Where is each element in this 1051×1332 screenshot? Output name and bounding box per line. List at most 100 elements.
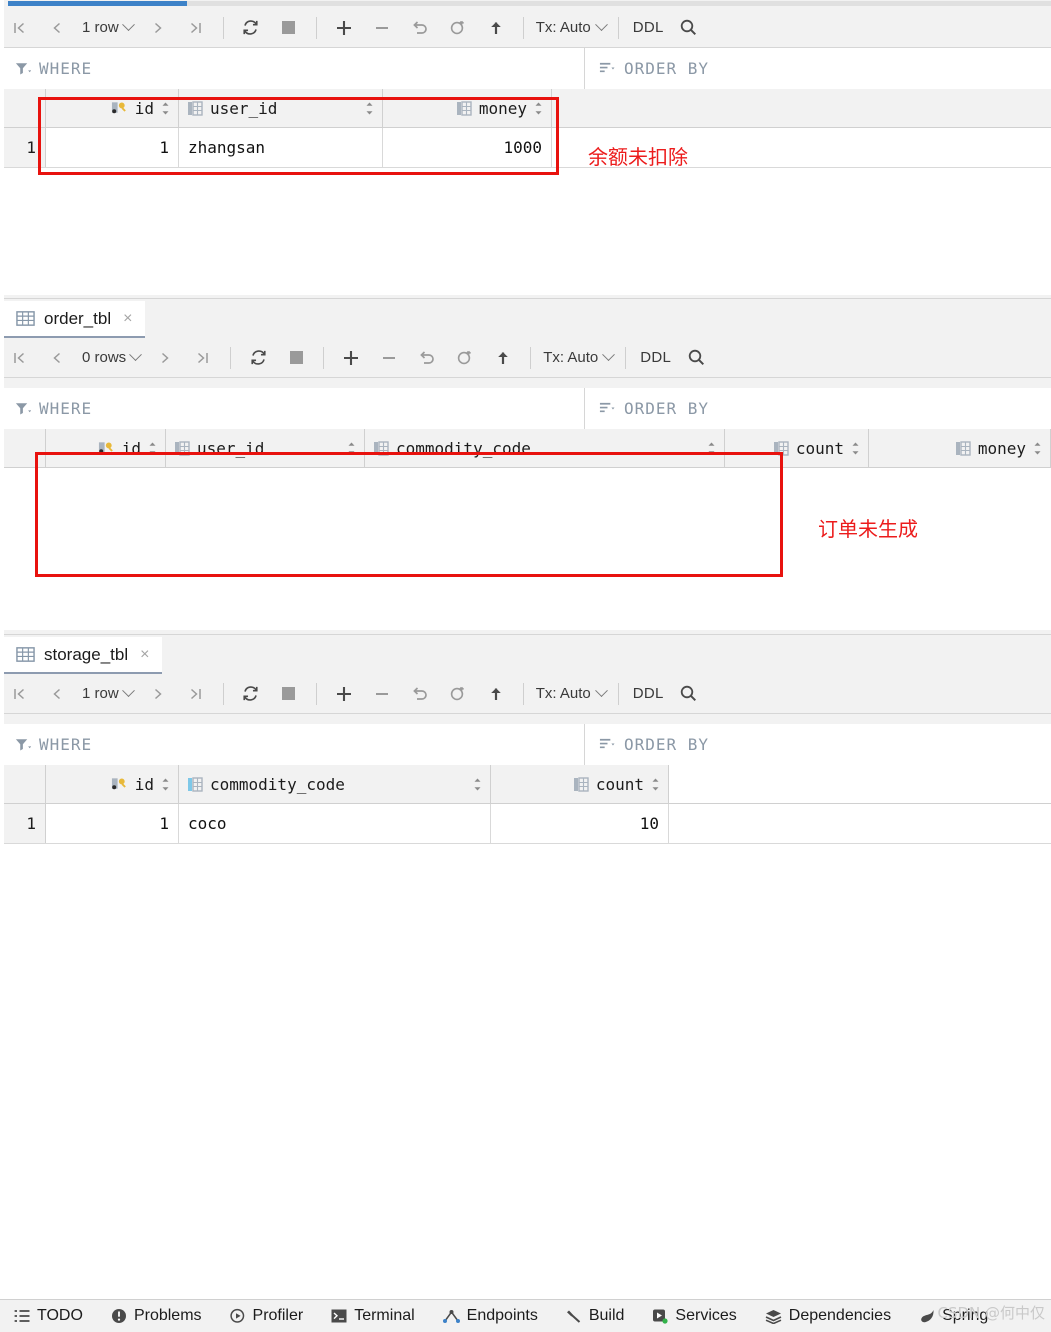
column-header-commodity_code[interactable]: commodity_code [179, 765, 491, 803]
stop-icon[interactable] [270, 678, 308, 710]
upload-icon[interactable] [477, 678, 515, 710]
status-item-todo[interactable]: TODO [0, 1307, 97, 1325]
table-row[interactable]: 1 1 zhangsan 1000 [0, 128, 1051, 168]
status-item-build[interactable]: Build [552, 1307, 639, 1325]
search-icon[interactable] [670, 678, 708, 710]
first-page-button[interactable] [0, 342, 38, 374]
column-header-count[interactable]: count [725, 429, 869, 467]
column-header-user_id[interactable]: user_id [166, 429, 365, 467]
next-page-button[interactable] [139, 12, 177, 44]
prev-page-button[interactable] [38, 12, 76, 44]
cell-id[interactable]: 1 [46, 804, 179, 843]
add-row-button[interactable] [325, 678, 363, 710]
close-icon[interactable]: × [123, 310, 132, 328]
delete-row-button[interactable] [363, 12, 401, 44]
order-by-filter-input[interactable]: ORDER BY [585, 48, 723, 89]
next-page-button[interactable] [139, 678, 177, 710]
sort-toggle-icon[interactable] [651, 777, 660, 792]
status-item-profiler[interactable]: Profiler [216, 1307, 318, 1325]
toolbar-divider [222, 682, 224, 705]
column-header-money[interactable]: money [869, 429, 1051, 467]
chevron-down-icon [121, 18, 135, 32]
toolbar-divider [617, 682, 619, 705]
stop-icon[interactable] [270, 12, 308, 44]
last-page-button[interactable] [177, 12, 215, 44]
sort-toggle-icon[interactable] [707, 441, 716, 456]
search-icon[interactable] [670, 12, 708, 44]
sort-toggle-icon[interactable] [1033, 441, 1042, 456]
reload-icon[interactable] [239, 342, 277, 374]
delete-row-button[interactable] [370, 342, 408, 374]
submit-icon[interactable] [439, 12, 477, 44]
row-count-dropdown[interactable]: 0 rows [76, 348, 146, 366]
column-header-money[interactable]: money [383, 89, 552, 127]
add-row-button[interactable] [332, 342, 370, 374]
column-header-commodity_code[interactable]: commodity_code [365, 429, 725, 467]
last-page-button[interactable] [177, 678, 215, 710]
submit-icon[interactable] [446, 342, 484, 374]
next-page-button[interactable] [146, 342, 184, 374]
status-item-endpoints[interactable]: Endpoints [429, 1307, 552, 1325]
first-page-button[interactable] [0, 678, 38, 710]
sort-toggle-icon[interactable] [473, 777, 482, 792]
reload-icon[interactable] [232, 678, 270, 710]
tab-storage-tbl[interactable]: storage_tbl × [0, 637, 163, 675]
cell-money[interactable]: 1000 [383, 128, 552, 167]
column-header-id[interactable]: id [46, 429, 166, 467]
first-page-button[interactable] [0, 12, 38, 44]
cell-id[interactable]: 1 [46, 128, 179, 167]
where-filter-input[interactable]: WHERE [0, 48, 585, 89]
prev-page-button[interactable] [38, 678, 76, 710]
row-count-dropdown[interactable]: 1 row [76, 18, 139, 36]
submit-icon[interactable] [439, 678, 477, 710]
ddl-button[interactable]: DDL [627, 19, 670, 36]
column-header-label: count [595, 774, 644, 794]
last-page-button[interactable] [184, 342, 222, 374]
close-icon[interactable]: × [140, 646, 149, 664]
search-icon[interactable] [677, 342, 715, 374]
upload-icon[interactable] [484, 342, 522, 374]
sort-toggle-icon[interactable] [347, 441, 356, 456]
tx-mode-dropdown[interactable]: Tx: Auto [539, 348, 617, 366]
where-label: WHERE [39, 399, 93, 418]
stop-icon[interactable] [277, 342, 315, 374]
sort-toggle-icon[interactable] [365, 101, 374, 116]
where-filter-input[interactable]: WHERE [0, 724, 585, 765]
add-row-button[interactable] [325, 12, 363, 44]
revert-icon[interactable] [408, 342, 446, 374]
tx-mode-dropdown[interactable]: Tx: Auto [532, 18, 610, 36]
column-header-user_id[interactable]: user_id [179, 89, 383, 127]
status-item-services[interactable]: Services [638, 1307, 750, 1325]
tx-mode-dropdown[interactable]: Tx: Auto [532, 684, 610, 702]
revert-icon[interactable] [401, 12, 439, 44]
prev-page-button[interactable] [38, 342, 76, 374]
where-filter-input[interactable]: WHERE [0, 388, 585, 429]
reload-icon[interactable] [232, 12, 270, 44]
revert-icon[interactable] [401, 678, 439, 710]
sort-toggle-icon[interactable] [148, 441, 157, 456]
column-header-id[interactable]: id [46, 765, 179, 803]
delete-row-button[interactable] [363, 678, 401, 710]
order-by-filter-input[interactable]: ORDER BY [585, 724, 723, 765]
ddl-button[interactable]: DDL [634, 349, 677, 366]
sort-toggle-icon[interactable] [161, 777, 170, 792]
tabstrip-order: order_tbl × [0, 298, 1051, 339]
upload-icon[interactable] [477, 12, 515, 44]
sort-toggle-icon[interactable] [851, 441, 860, 456]
column-header-id[interactable]: id [46, 89, 179, 127]
order-by-filter-input[interactable]: ORDER BY [585, 388, 723, 429]
tab-order-tbl[interactable]: order_tbl × [0, 301, 146, 339]
sort-toggle-icon[interactable] [161, 101, 170, 116]
cell-count[interactable]: 10 [491, 804, 669, 843]
status-item-problems[interactable]: Problems [97, 1307, 216, 1325]
sort-toggle-icon[interactable] [534, 101, 543, 116]
status-item-terminal[interactable]: Terminal [317, 1307, 428, 1325]
table-row[interactable]: 1 1 coco 10 [0, 804, 1051, 844]
cell-user_id[interactable]: zhangsan [179, 128, 383, 167]
ddl-button[interactable]: DDL [627, 685, 670, 702]
sort-icon [599, 62, 615, 73]
column-header-count[interactable]: count [491, 765, 669, 803]
row-count-dropdown[interactable]: 1 row [76, 684, 139, 702]
cell-commodity_code[interactable]: coco [179, 804, 491, 843]
status-item-dependencies[interactable]: Dependencies [751, 1307, 905, 1325]
